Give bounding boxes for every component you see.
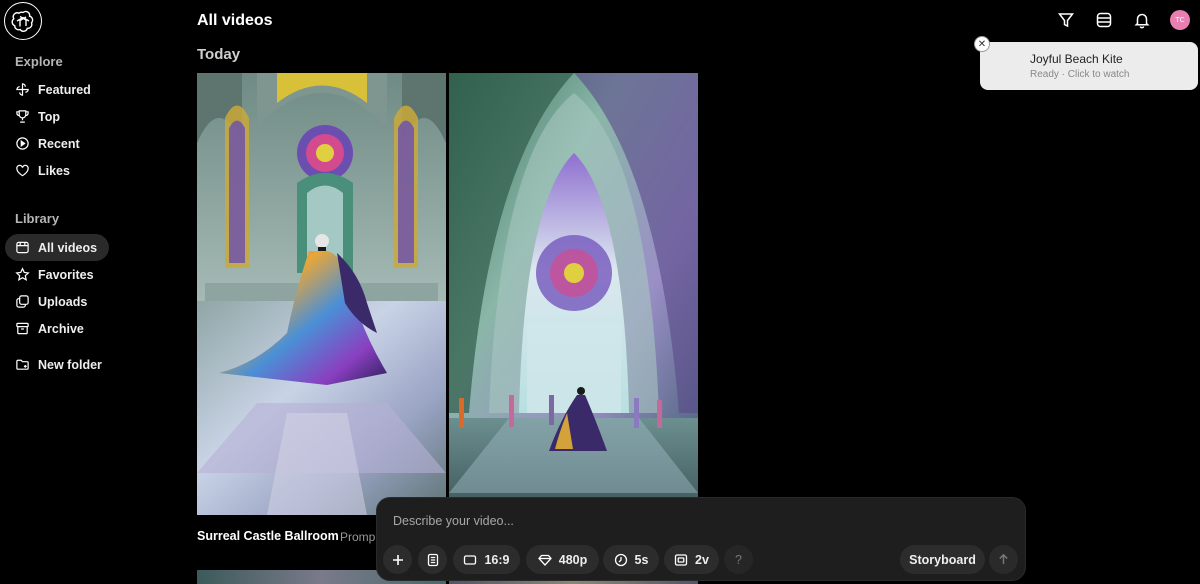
avatar[interactable]: TC	[1170, 10, 1190, 30]
sidebar-item-label: Favorites	[38, 267, 94, 282]
play-circle-icon	[16, 137, 29, 150]
duration-value: 5s	[634, 552, 649, 567]
sidebar: Explore Featured Top Recent Likes Librar…	[0, 0, 180, 584]
video-thumbnail-right[interactable]	[449, 73, 698, 515]
toast-subtitle: Ready · Click to watch	[1030, 69, 1130, 80]
list-view-icon[interactable]	[1094, 10, 1114, 30]
sidebar-item-uploads[interactable]: Uploads	[5, 288, 99, 315]
sidebar-item-featured[interactable]: Featured	[5, 76, 103, 103]
page-title: All videos	[197, 12, 273, 29]
sidebar-item-label: Top	[38, 109, 60, 124]
aspect-ratio-icon	[464, 554, 477, 565]
toast-title: Joyful Beach Kite	[1030, 52, 1123, 66]
video-thumbnail-left[interactable]	[197, 73, 446, 515]
storyboard-label: Storyboard	[909, 552, 976, 567]
resolution-value: 480p	[558, 552, 588, 567]
variations-value: 2v	[695, 552, 709, 567]
prompt-input[interactable]	[393, 514, 993, 528]
variations-icon	[674, 553, 688, 566]
bell-icon[interactable]	[1132, 10, 1152, 30]
sidebar-item-label: All videos	[38, 240, 98, 255]
resolution-button[interactable]: 480p	[526, 545, 599, 574]
top-toolbar: TC	[1056, 10, 1190, 30]
sidebar-item-label: Featured	[38, 82, 91, 97]
sidebar-item-all-videos[interactable]: All videos	[5, 234, 110, 261]
logo-icon[interactable]	[4, 2, 42, 40]
help-button[interactable]: ?	[724, 545, 753, 574]
diamond-icon	[537, 554, 552, 566]
video-prompt-preview: Promp	[340, 530, 376, 544]
presets-button[interactable]	[418, 545, 447, 574]
sidebar-item-recent[interactable]: Recent	[5, 130, 92, 157]
duration-button[interactable]: 5s	[603, 545, 659, 574]
plus-icon	[392, 554, 403, 565]
new-folder-button[interactable]: New folder	[5, 351, 114, 378]
video-library-icon	[16, 241, 29, 254]
submit-button[interactable]	[989, 545, 1018, 574]
notification-toast[interactable]: ✕ Joyful Beach Kite Ready · Click to wat…	[974, 36, 1198, 90]
add-button[interactable]	[383, 545, 412, 574]
variations-button[interactable]: 2v	[664, 545, 719, 574]
arrow-up-icon	[999, 553, 1008, 565]
filter-icon[interactable]	[1056, 10, 1076, 30]
date-group-heading: Today	[197, 46, 241, 63]
sidebar-item-label: Likes	[38, 163, 70, 178]
document-icon	[427, 553, 438, 566]
sidebar-item-label: Archive	[38, 321, 84, 336]
sidebar-item-label: Uploads	[38, 294, 88, 309]
aspect-ratio-value: 16:9	[484, 552, 510, 567]
heart-icon	[16, 164, 29, 177]
archive-icon	[16, 322, 29, 335]
sidebar-item-likes[interactable]: Likes	[5, 157, 82, 184]
clock-icon	[614, 553, 627, 566]
trophy-icon	[16, 110, 29, 123]
pinwheel-icon	[16, 83, 29, 96]
video-title[interactable]: Surreal Castle Ballroom	[197, 529, 339, 543]
aspect-ratio-button[interactable]: 16:9	[453, 545, 520, 574]
uploads-icon	[16, 295, 29, 308]
new-folder-label: New folder	[38, 357, 102, 372]
sidebar-item-archive[interactable]: Archive	[5, 315, 96, 342]
storyboard-button[interactable]: Storyboard	[900, 545, 985, 574]
sidebar-item-top[interactable]: Top	[5, 103, 72, 130]
explore-heading: Explore	[15, 54, 63, 69]
close-icon[interactable]: ✕	[974, 36, 990, 52]
prompt-composer: 16:9 480p 5s 2v ? Storyboard	[376, 497, 1026, 581]
sidebar-item-favorites[interactable]: Favorites	[5, 261, 106, 288]
folder-plus-icon	[16, 359, 29, 370]
library-heading: Library	[15, 211, 60, 226]
sidebar-item-label: Recent	[38, 136, 80, 151]
star-icon	[15, 267, 30, 281]
